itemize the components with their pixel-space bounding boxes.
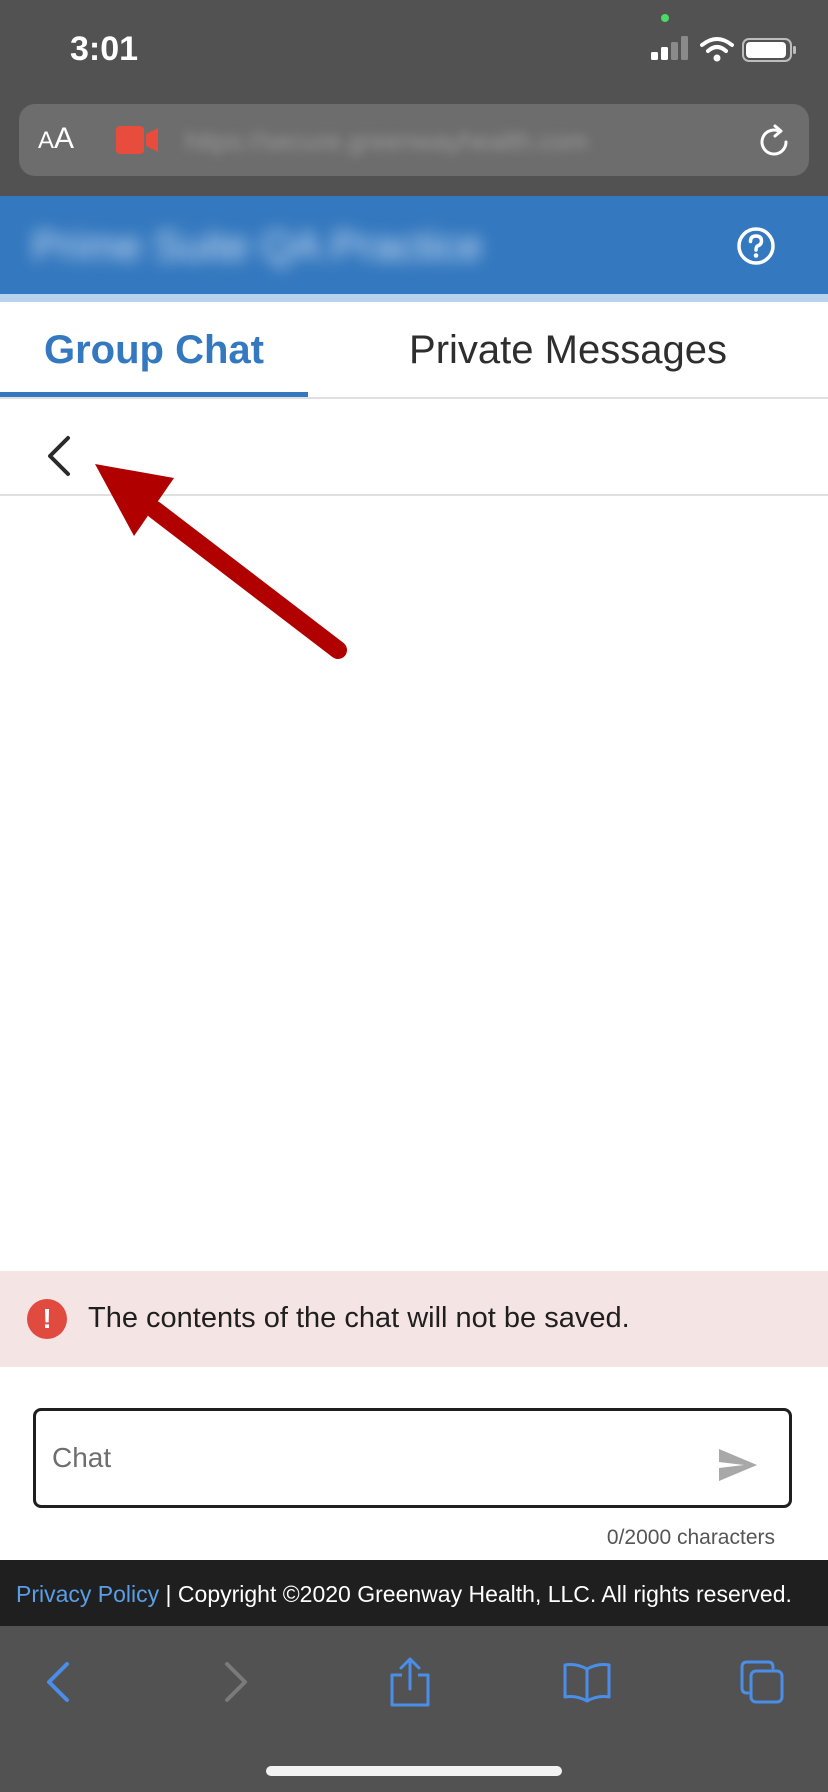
wifi-icon (700, 37, 734, 62)
alert-icon: ! (27, 1299, 67, 1339)
warning-text: The contents of the chat will not be sav… (88, 1302, 630, 1334)
chat-input[interactable] (52, 1438, 692, 1478)
tabs-button[interactable] (732, 1652, 792, 1712)
status-time: 3:01 (70, 30, 139, 68)
chevron-right-icon (225, 1662, 247, 1702)
bookmarks-button[interactable] (557, 1652, 617, 1712)
browser-back-button[interactable] (28, 1652, 88, 1712)
book-icon (563, 1663, 611, 1703)
tabs-icon (740, 1660, 784, 1704)
tab-private-messages[interactable]: Private Messages (308, 302, 828, 398)
app-title: Prime Suite QA Practice (32, 222, 483, 269)
tabs-divider (0, 397, 828, 399)
chevron-left-icon (47, 1662, 69, 1702)
text-size-button[interactable]: AA (38, 122, 74, 156)
character-counter: 0/2000 characters (606, 1526, 775, 1549)
share-icon (390, 1657, 430, 1707)
camera-in-use-indicator (661, 14, 669, 22)
privacy-policy-link[interactable]: Privacy Policy (16, 1581, 159, 1607)
header-accent-strip (0, 294, 828, 302)
footer-text: Privacy Policy | Copyright ©2020 Greenwa… (16, 1581, 816, 1608)
browser-forward-button[interactable] (206, 1652, 266, 1712)
share-button[interactable] (380, 1652, 440, 1712)
cellular-signal-icon (651, 36, 688, 60)
tab-group-chat[interactable]: Group Chat (0, 302, 308, 398)
url-text[interactable]: https://secure.greenwayhealth.com (185, 126, 685, 156)
copyright-text: | Copyright ©2020 Greenway Health, LLC. … (165, 1581, 792, 1607)
chevron-left-icon[interactable] (36, 430, 86, 482)
video-camera-icon[interactable] (116, 126, 158, 154)
question-circle-icon[interactable] (736, 226, 776, 266)
home-indicator (266, 1766, 562, 1776)
battery-icon (742, 38, 796, 62)
red-arrow-annotation (95, 464, 347, 659)
send-icon[interactable] (718, 1448, 758, 1482)
reload-icon[interactable] (756, 124, 792, 160)
